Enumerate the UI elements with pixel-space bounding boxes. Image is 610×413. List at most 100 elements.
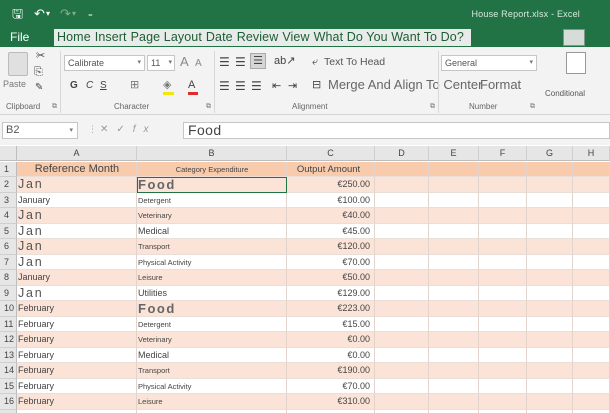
tab-home[interactable]: Home [57,30,91,44]
month-cell[interactable]: Jan [17,254,137,270]
paste-button[interactable]: Paste [3,79,26,89]
amount-cell[interactable]: €190.00 [287,363,375,379]
tab-file[interactable]: File [10,30,29,44]
empty-cell[interactable] [429,409,479,413]
month-cell[interactable]: February [17,301,137,317]
empty-cell[interactable] [375,239,429,255]
empty-cell[interactable] [479,254,527,270]
column-header-g[interactable]: G [527,146,573,161]
empty-cell[interactable] [429,285,479,301]
copy-icon[interactable]: ⎘ [34,65,43,79]
category-cell[interactable]: Veterinary [137,332,287,348]
align-top-icon[interactable]: ☰ [219,55,230,69]
tab-review[interactable]: Review [237,30,279,44]
empty-cell[interactable] [429,192,479,208]
tab-insert[interactable]: Insert [95,30,127,44]
empty-cell[interactable] [429,332,479,348]
empty-cell[interactable] [479,409,527,413]
empty-cell[interactable] [429,316,479,332]
category-cell[interactable]: Detergent [137,316,287,332]
empty-cell[interactable] [527,301,573,317]
format-button[interactable]: Format [480,77,521,92]
fill-color-icon[interactable]: ◈ [163,78,171,92]
amount-cell[interactable]: €70.00 [287,378,375,394]
amount-cell[interactable]: €120.00 [287,239,375,255]
empty-cell[interactable] [527,347,573,363]
cut-icon[interactable]: ✂ [36,49,45,63]
empty-cell[interactable] [375,363,429,379]
format-painter-icon[interactable]: ✎ [35,81,43,95]
borders-icon[interactable]: ⊞ [130,78,139,92]
row-header[interactable]: 13 [0,347,17,363]
undo-dropdown-icon[interactable]: ▾ [46,5,50,23]
category-cell[interactable]: Physical Activity [137,254,287,270]
empty-cell[interactable] [375,316,429,332]
category-cell[interactable]: Leisure [137,270,287,286]
number-format-select[interactable]: General ▾ [441,55,537,71]
amount-cell[interactable]: €0.00 [287,332,375,348]
empty-cell[interactable] [573,316,610,332]
empty-cell[interactable] [527,270,573,286]
column-header-d[interactable]: D [375,146,429,161]
empty-cell[interactable] [479,301,527,317]
empty-cell[interactable] [527,177,573,193]
empty-cell[interactable] [429,378,479,394]
underline-button[interactable]: S [100,79,107,93]
month-cell[interactable]: Jan [17,239,137,255]
row-header[interactable]: 6 [0,239,17,255]
empty-cell[interactable] [429,208,479,224]
empty-cell[interactable] [429,347,479,363]
column-header-h[interactable]: H [573,146,610,161]
decrease-indent-icon[interactable]: ⇤ [272,79,281,93]
category-cell[interactable]: Medical [137,223,287,239]
align-left-icon[interactable]: ☰ [219,79,230,93]
empty-cell[interactable] [527,316,573,332]
category-cell[interactable]: Medical [137,347,287,363]
name-box[interactable]: B2 ▾ [2,122,78,139]
empty-cell[interactable] [429,394,479,410]
amount-cell[interactable]: €250.00 [287,177,375,193]
column-header-e[interactable]: E [429,146,479,161]
empty-cell[interactable] [573,208,610,224]
tab-view[interactable]: View [282,30,309,44]
amount-cell[interactable]: €50.00 [287,270,375,286]
merge-center-button[interactable]: Merge And Align To Center [328,77,482,92]
empty-cell[interactable] [527,409,573,413]
empty-cell[interactable] [573,177,610,193]
empty-cell[interactable] [479,239,527,255]
increase-indent-icon[interactable]: ⇥ [288,79,297,93]
empty-cell[interactable] [479,192,527,208]
row-header[interactable]: 5 [0,223,17,239]
empty-cell[interactable] [375,378,429,394]
row-header[interactable]: 14 [0,363,17,379]
empty-cell[interactable] [375,192,429,208]
empty-cell[interactable] [375,177,429,193]
worksheet-grid[interactable]: A B C D E F G H 1 Reference Month Category Expendi… [0,146,610,413]
empty-cell[interactable] [375,270,429,286]
empty-cell[interactable] [479,332,527,348]
selected-cell-b2[interactable]: Food [137,177,287,193]
amount-cell[interactable]: €0.00 [287,347,375,363]
clipboard-launcher-icon[interactable]: ⧉ [52,103,57,111]
font-name-select[interactable]: Calibrate ▾ [64,55,145,71]
empty-cell[interactable] [429,162,479,177]
month-cell[interactable]: February [17,332,137,348]
undo-icon[interactable]: ↶ [34,5,45,23]
enter-icon[interactable]: ✓ [116,124,132,135]
empty-cell[interactable] [573,409,610,413]
empty-cell[interactable] [479,270,527,286]
wrap-text-button[interactable]: Text To Head [324,56,385,68]
empty-cell[interactable] [479,285,527,301]
empty-cell[interactable] [375,409,429,413]
row-header[interactable]: 7 [0,254,17,270]
cancel-icon[interactable]: ✕ [100,124,116,135]
amount-cell[interactable]: €223.00 [287,301,375,317]
tab-page-layout[interactable]: Page Layout [131,30,202,44]
shrink-font-icon[interactable]: A [195,57,202,71]
column-title-b[interactable]: Category Expenditure [137,162,287,177]
category-cell[interactable]: Transport [137,239,287,255]
empty-cell[interactable] [573,239,610,255]
category-cell[interactable]: Food [137,301,287,317]
empty-cell[interactable] [527,285,573,301]
row-header[interactable]: 15 [0,378,17,394]
